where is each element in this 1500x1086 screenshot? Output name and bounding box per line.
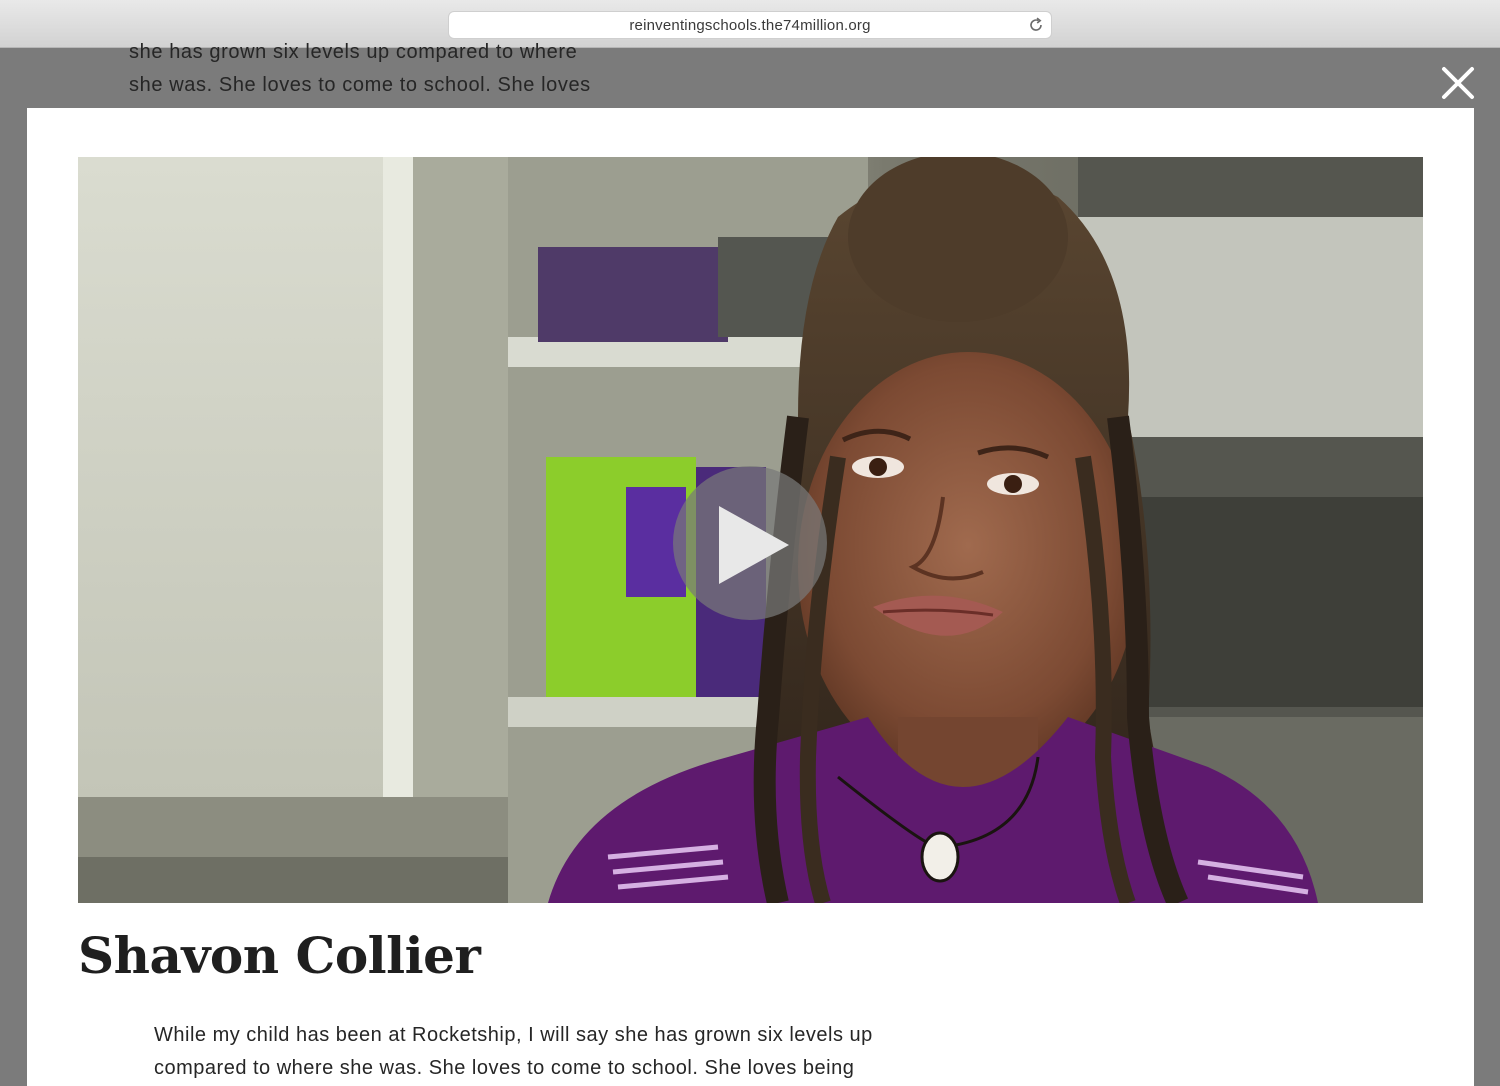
video-player[interactable]: [78, 157, 1423, 903]
testimonial-quote: While my child has been at Rocketship, I…: [154, 1019, 954, 1085]
address-bar[interactable]: reinventingschools.the74million.org: [448, 11, 1052, 39]
quote-line: While my child has been at Rocketship, I…: [154, 1024, 873, 1046]
play-button[interactable]: [673, 466, 827, 620]
quote-line: compared to where she was. She loves to …: [154, 1057, 855, 1079]
video-modal: Shavon Collier While my child has been a…: [27, 108, 1474, 1086]
play-icon: [719, 506, 789, 584]
person-name: Shavon Collier: [78, 926, 481, 985]
reload-icon[interactable]: [1027, 16, 1045, 34]
background-article-text: she has grown six levels up compared to …: [129, 36, 829, 102]
close-icon[interactable]: [1438, 63, 1478, 103]
background-text-line: she was. She loves to come to school. Sh…: [129, 74, 591, 96]
address-bar-url: reinventingschools.the74million.org: [629, 17, 871, 34]
background-text-line: she has grown six levels up compared to …: [129, 41, 578, 63]
